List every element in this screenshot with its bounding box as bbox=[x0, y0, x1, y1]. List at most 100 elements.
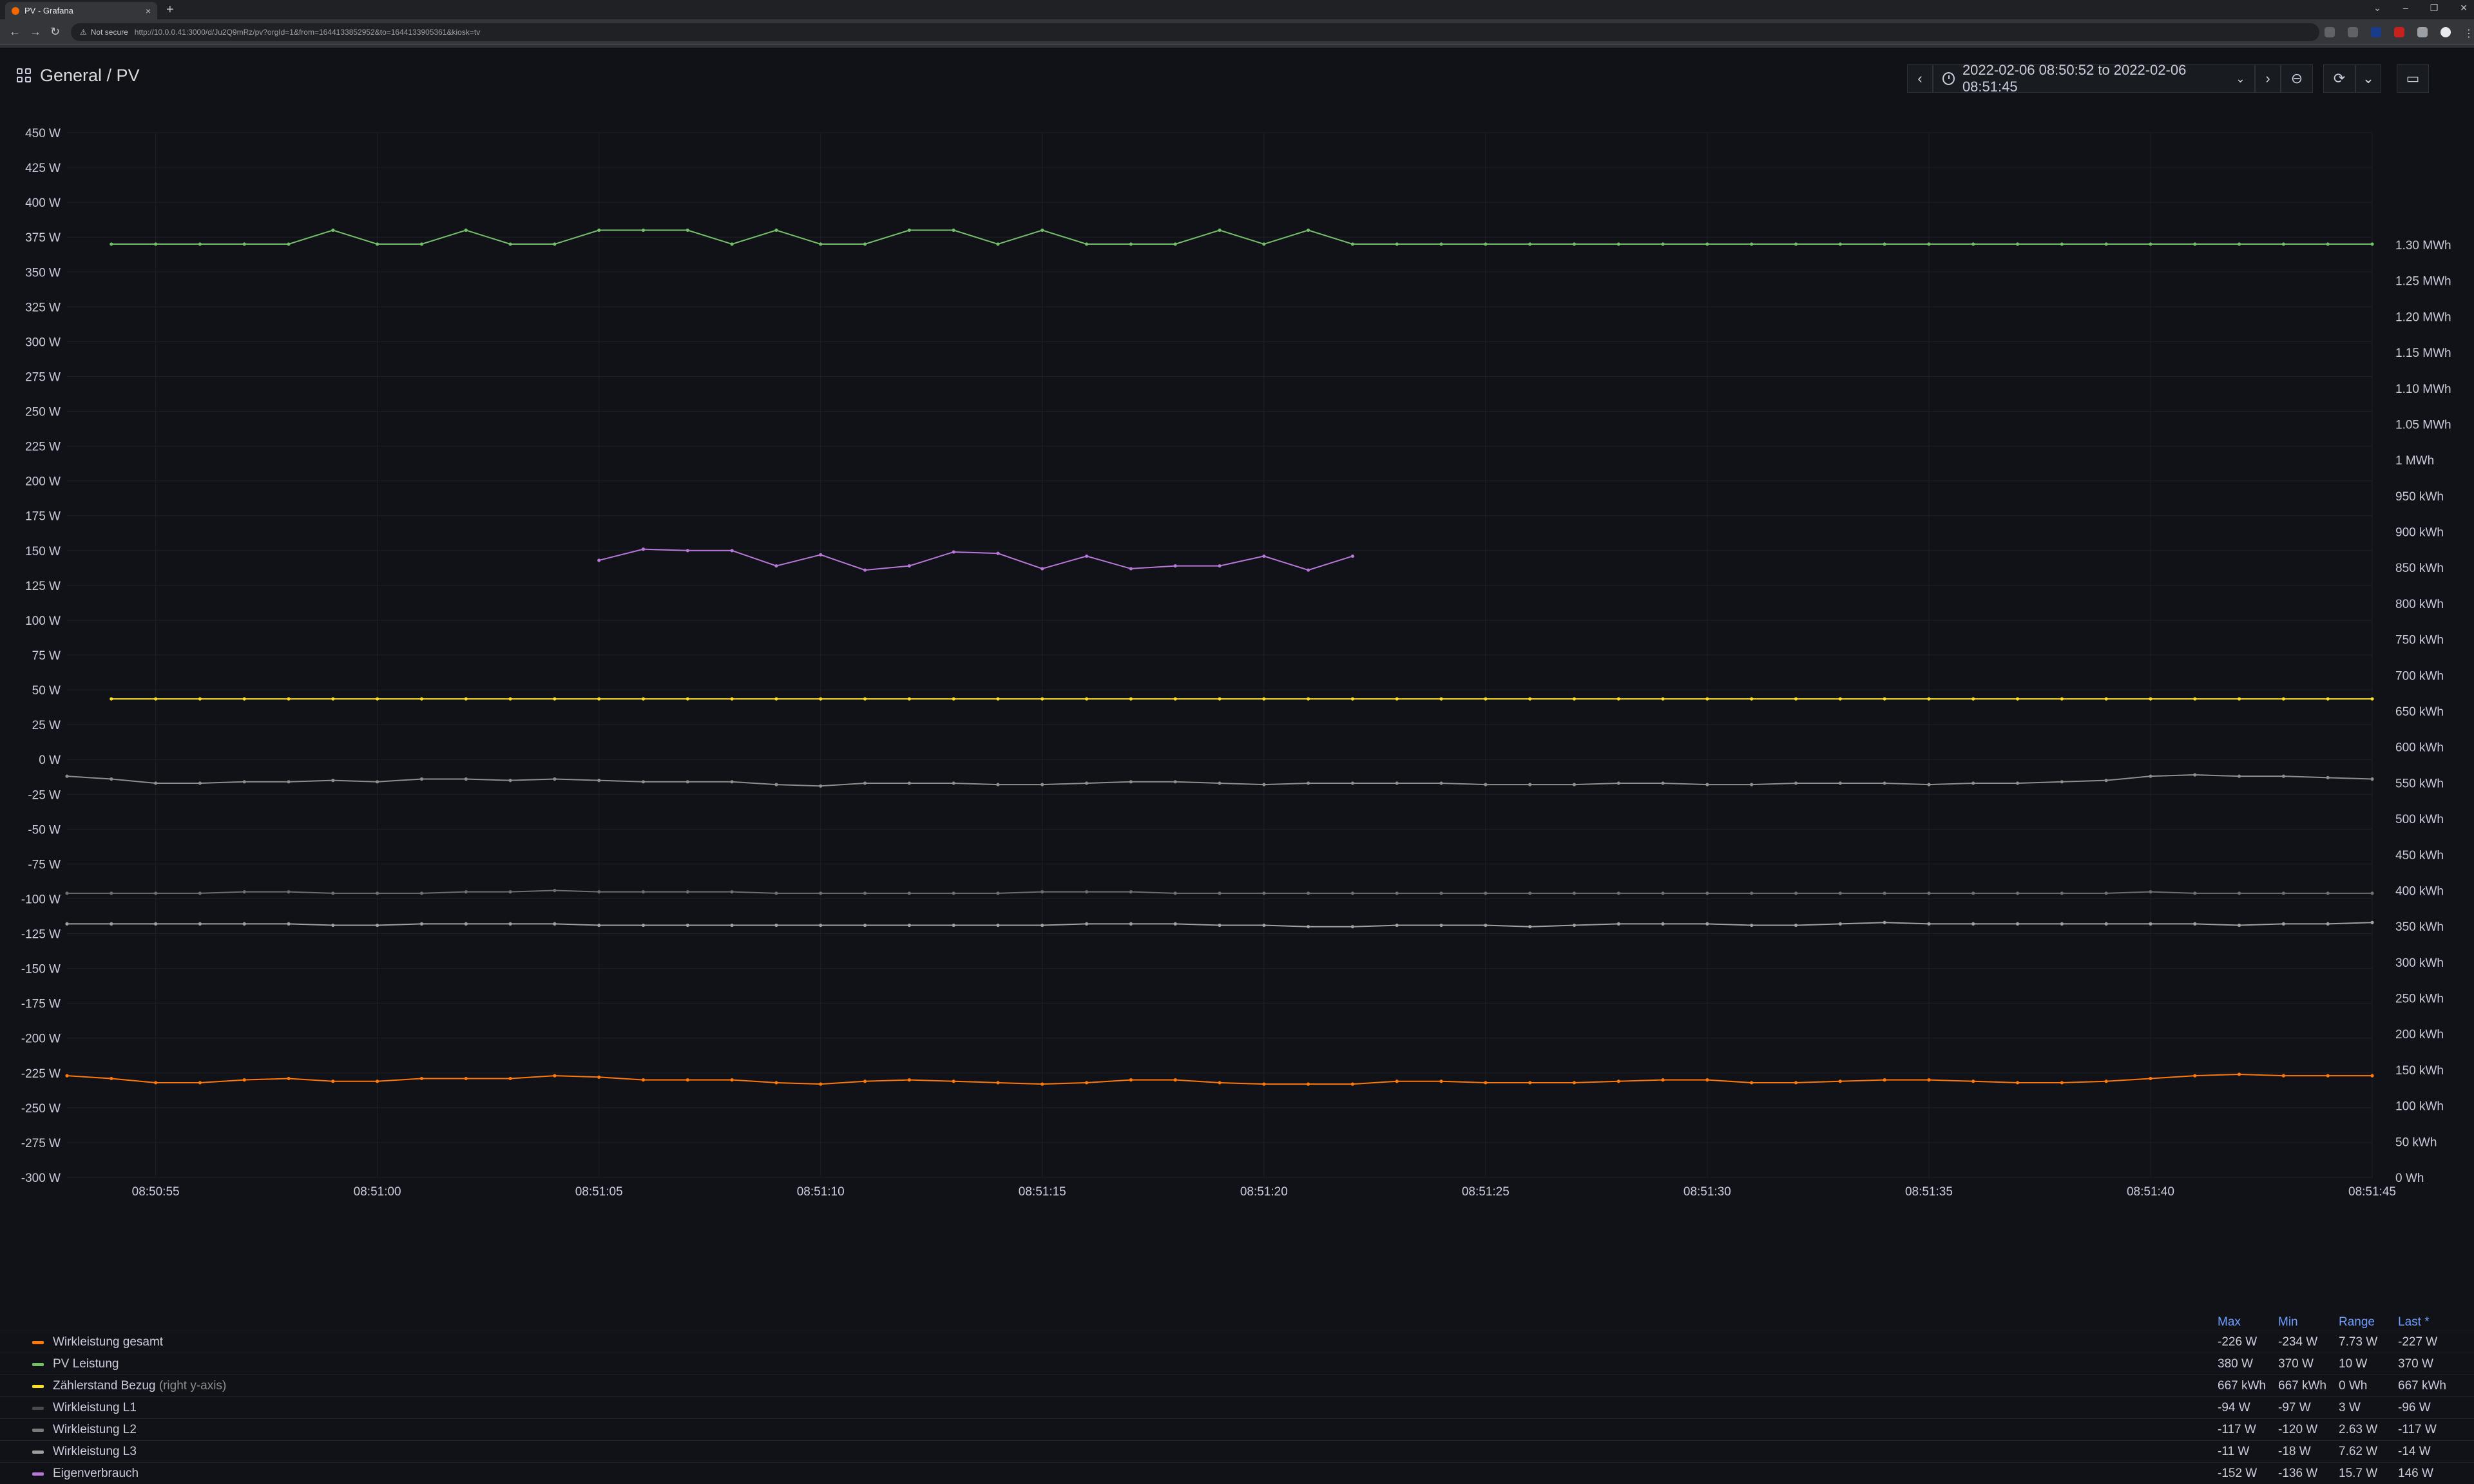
series-point-wirkleistung-l3 bbox=[2060, 780, 2064, 784]
legend-row[interactable]: PV Leistung 380 W 370 W 10 W 370 W bbox=[0, 1353, 2474, 1375]
close-window-icon[interactable]: ✕ bbox=[2460, 3, 2468, 14]
series-point-eigenverbrauch bbox=[907, 564, 911, 568]
x-axis-tick-label: 08:51:40 bbox=[2127, 1185, 2174, 1198]
series-point-z-hlerstand-bezug bbox=[419, 697, 424, 701]
series-point-wirkleistung-l1 bbox=[1616, 891, 1620, 895]
puzzle-icon[interactable] bbox=[2417, 27, 2428, 37]
new-tab-button[interactable]: + bbox=[166, 3, 174, 17]
series-point-wirkleistung-gesamt bbox=[1616, 1080, 1620, 1083]
back-arrow-icon[interactable]: ← bbox=[9, 25, 21, 39]
legend-color-swatch[interactable] bbox=[32, 1363, 44, 1366]
series-point-wirkleistung-l2 bbox=[464, 922, 468, 926]
legend-series-name[interactable]: Wirkleistung L1 bbox=[53, 1401, 137, 1415]
legend-row[interactable]: Wirkleistung L3 -11 W -18 W 7.62 W -14 W bbox=[0, 1440, 2474, 1462]
series-point-wirkleistung-l3 bbox=[1616, 781, 1620, 785]
extension-icon[interactable] bbox=[2394, 27, 2404, 37]
legend-series-name[interactable]: Wirkleistung L2 bbox=[53, 1423, 137, 1437]
legend-color-swatch[interactable] bbox=[32, 1451, 44, 1454]
series-point-wirkleistung-l2 bbox=[65, 922, 69, 926]
time-range-picker[interactable]: 2022-02-06 08:50:52 to 2022-02-06 08:51:… bbox=[1933, 62, 2255, 95]
maximize-icon[interactable]: ❐ bbox=[2430, 3, 2439, 14]
legend-row[interactable]: Wirkleistung L1 -94 W -97 W 3 W -96 W bbox=[0, 1396, 2474, 1418]
legend-series-name[interactable]: Wirkleistung L3 bbox=[53, 1445, 137, 1459]
tv-mode-button[interactable]: ▭ bbox=[2397, 64, 2429, 93]
series-point-wirkleistung-l3 bbox=[641, 780, 646, 784]
series-point-wirkleistung-l3 bbox=[2149, 774, 2153, 778]
series-point-wirkleistung-l1 bbox=[508, 890, 512, 894]
menu-dots-icon[interactable]: ⋮ bbox=[2464, 27, 2474, 39]
bookmark-star-icon[interactable] bbox=[2348, 27, 2358, 37]
legend-series-name[interactable]: Eigenverbrauch bbox=[53, 1467, 139, 1481]
series-point-wirkleistung-gesamt bbox=[2015, 1081, 2020, 1085]
forward-arrow-icon[interactable]: → bbox=[30, 25, 41, 39]
series-point-pv-leistung bbox=[198, 242, 202, 246]
timeseries-chart[interactable]: -300 W -275 W -250 W -225 W -200 W -175 W -150… bbox=[0, 116, 2474, 1198]
legend-color-swatch[interactable] bbox=[32, 1429, 44, 1432]
url-text[interactable]: http://10.0.0.41:3000/d/Ju2Q9mRz/pv?orgI… bbox=[135, 28, 480, 37]
series-point-wirkleistung-l1 bbox=[686, 890, 689, 894]
series-point-wirkleistung-l3 bbox=[1307, 781, 1310, 785]
series-point-z-hlerstand-bezug bbox=[1350, 697, 1355, 701]
breadcrumb[interactable]: General / PV bbox=[40, 66, 140, 86]
series-point-pv-leistung bbox=[2149, 242, 2153, 246]
legend-color-swatch[interactable] bbox=[32, 1407, 44, 1410]
tab-search-icon[interactable]: ⌄ bbox=[2373, 3, 2381, 14]
y-axis-left-tick-label: -100 W bbox=[21, 893, 61, 906]
legend-value-min: -120 W bbox=[2278, 1423, 2318, 1436]
legend-series-name[interactable]: Zählerstand Bezug (right y-axis) bbox=[53, 1379, 226, 1393]
series-line-eigenverbrauch[interactable] bbox=[599, 548, 1353, 571]
series-point-wirkleistung-l1 bbox=[2281, 891, 2285, 895]
reload-icon[interactable]: ↻ bbox=[50, 25, 60, 39]
legend-color-swatch[interactable] bbox=[32, 1341, 44, 1344]
series-point-wirkleistung-l3 bbox=[774, 783, 778, 786]
legend-series-name[interactable]: PV Leistung bbox=[53, 1357, 119, 1371]
legend-header-min[interactable]: Min bbox=[2278, 1315, 2298, 1329]
series-point-wirkleistung-l2 bbox=[1750, 923, 1754, 928]
zoom-out-button[interactable]: ⊖ bbox=[2281, 64, 2313, 93]
refresh-button[interactable]: ⟳ bbox=[2323, 64, 2355, 93]
series-point-pv-leistung bbox=[2060, 242, 2064, 246]
legend-header-range[interactable]: Range bbox=[2339, 1315, 2375, 1329]
series-point-pv-leistung bbox=[1528, 242, 1532, 246]
y-axis-left-tick-label: 450 W bbox=[25, 127, 61, 140]
legend-row[interactable]: Zählerstand Bezug (right y-axis) 667 kWh 6… bbox=[0, 1375, 2474, 1396]
refresh-interval-dropdown[interactable]: ⌄ bbox=[2355, 64, 2381, 93]
legend-row[interactable]: Wirkleistung gesamt -226 W -234 W 7.73 W -2… bbox=[0, 1331, 2474, 1353]
y-axis-left-tick-label: 350 W bbox=[25, 266, 61, 280]
series-point-wirkleistung-l3 bbox=[65, 774, 69, 778]
time-back-button[interactable]: ‹ bbox=[1907, 64, 1933, 93]
legend-series-name[interactable]: Wirkleistung gesamt bbox=[53, 1335, 163, 1349]
series-point-z-hlerstand-bezug bbox=[154, 697, 158, 701]
series-point-z-hlerstand-bezug bbox=[242, 697, 246, 701]
series-point-wirkleistung-l3 bbox=[2281, 774, 2285, 778]
profile-avatar-icon[interactable] bbox=[2440, 27, 2451, 37]
browser-tab[interactable]: PV - Grafana × bbox=[5, 2, 157, 19]
series-point-wirkleistung-gesamt bbox=[376, 1080, 379, 1083]
time-forward-button[interactable]: › bbox=[2255, 64, 2281, 93]
legend-header-last[interactable]: Last * bbox=[2398, 1315, 2430, 1329]
series-point-wirkleistung-l2 bbox=[1528, 925, 1532, 929]
series-point-pv-leistung bbox=[1084, 242, 1089, 246]
legend-color-swatch[interactable] bbox=[32, 1385, 44, 1388]
series-point-z-hlerstand-bezug bbox=[1307, 697, 1310, 701]
legend-row[interactable]: Eigenverbrauch -152 W -136 W 15.7 W 146 W bbox=[0, 1462, 2474, 1484]
share-icon[interactable] bbox=[2325, 27, 2335, 37]
series-point-eigenverbrauch bbox=[1350, 554, 1355, 558]
legend-color-swatch[interactable] bbox=[32, 1472, 44, 1476]
minimize-icon[interactable]: – bbox=[2403, 3, 2408, 14]
series-point-z-hlerstand-bezug bbox=[1129, 697, 1133, 701]
dashboard-grid-icon[interactable] bbox=[17, 68, 31, 82]
x-axis-tick-label: 08:51:15 bbox=[1019, 1185, 1066, 1198]
series-point-pv-leistung bbox=[1661, 242, 1665, 246]
extension-icon[interactable] bbox=[2371, 27, 2381, 37]
legend-value-last: 146 W bbox=[2398, 1467, 2433, 1480]
series-point-pv-leistung bbox=[1794, 242, 1798, 246]
y-axis-right-tick-label: 500 kWh bbox=[2395, 813, 2444, 826]
series-point-z-hlerstand-bezug bbox=[774, 697, 778, 701]
series-point-pv-leistung bbox=[2370, 242, 2374, 246]
legend-header-max[interactable]: Max bbox=[2218, 1315, 2241, 1329]
tab-close-icon[interactable]: × bbox=[146, 6, 151, 16]
legend-row[interactable]: Wirkleistung L2 -117 W -120 W 2.63 W -117 W bbox=[0, 1418, 2474, 1440]
address-bar[interactable]: ⚠ Not secure http://10.0.0.41:3000/d/Ju2… bbox=[71, 23, 2319, 41]
series-point-wirkleistung-l2 bbox=[2149, 922, 2153, 926]
